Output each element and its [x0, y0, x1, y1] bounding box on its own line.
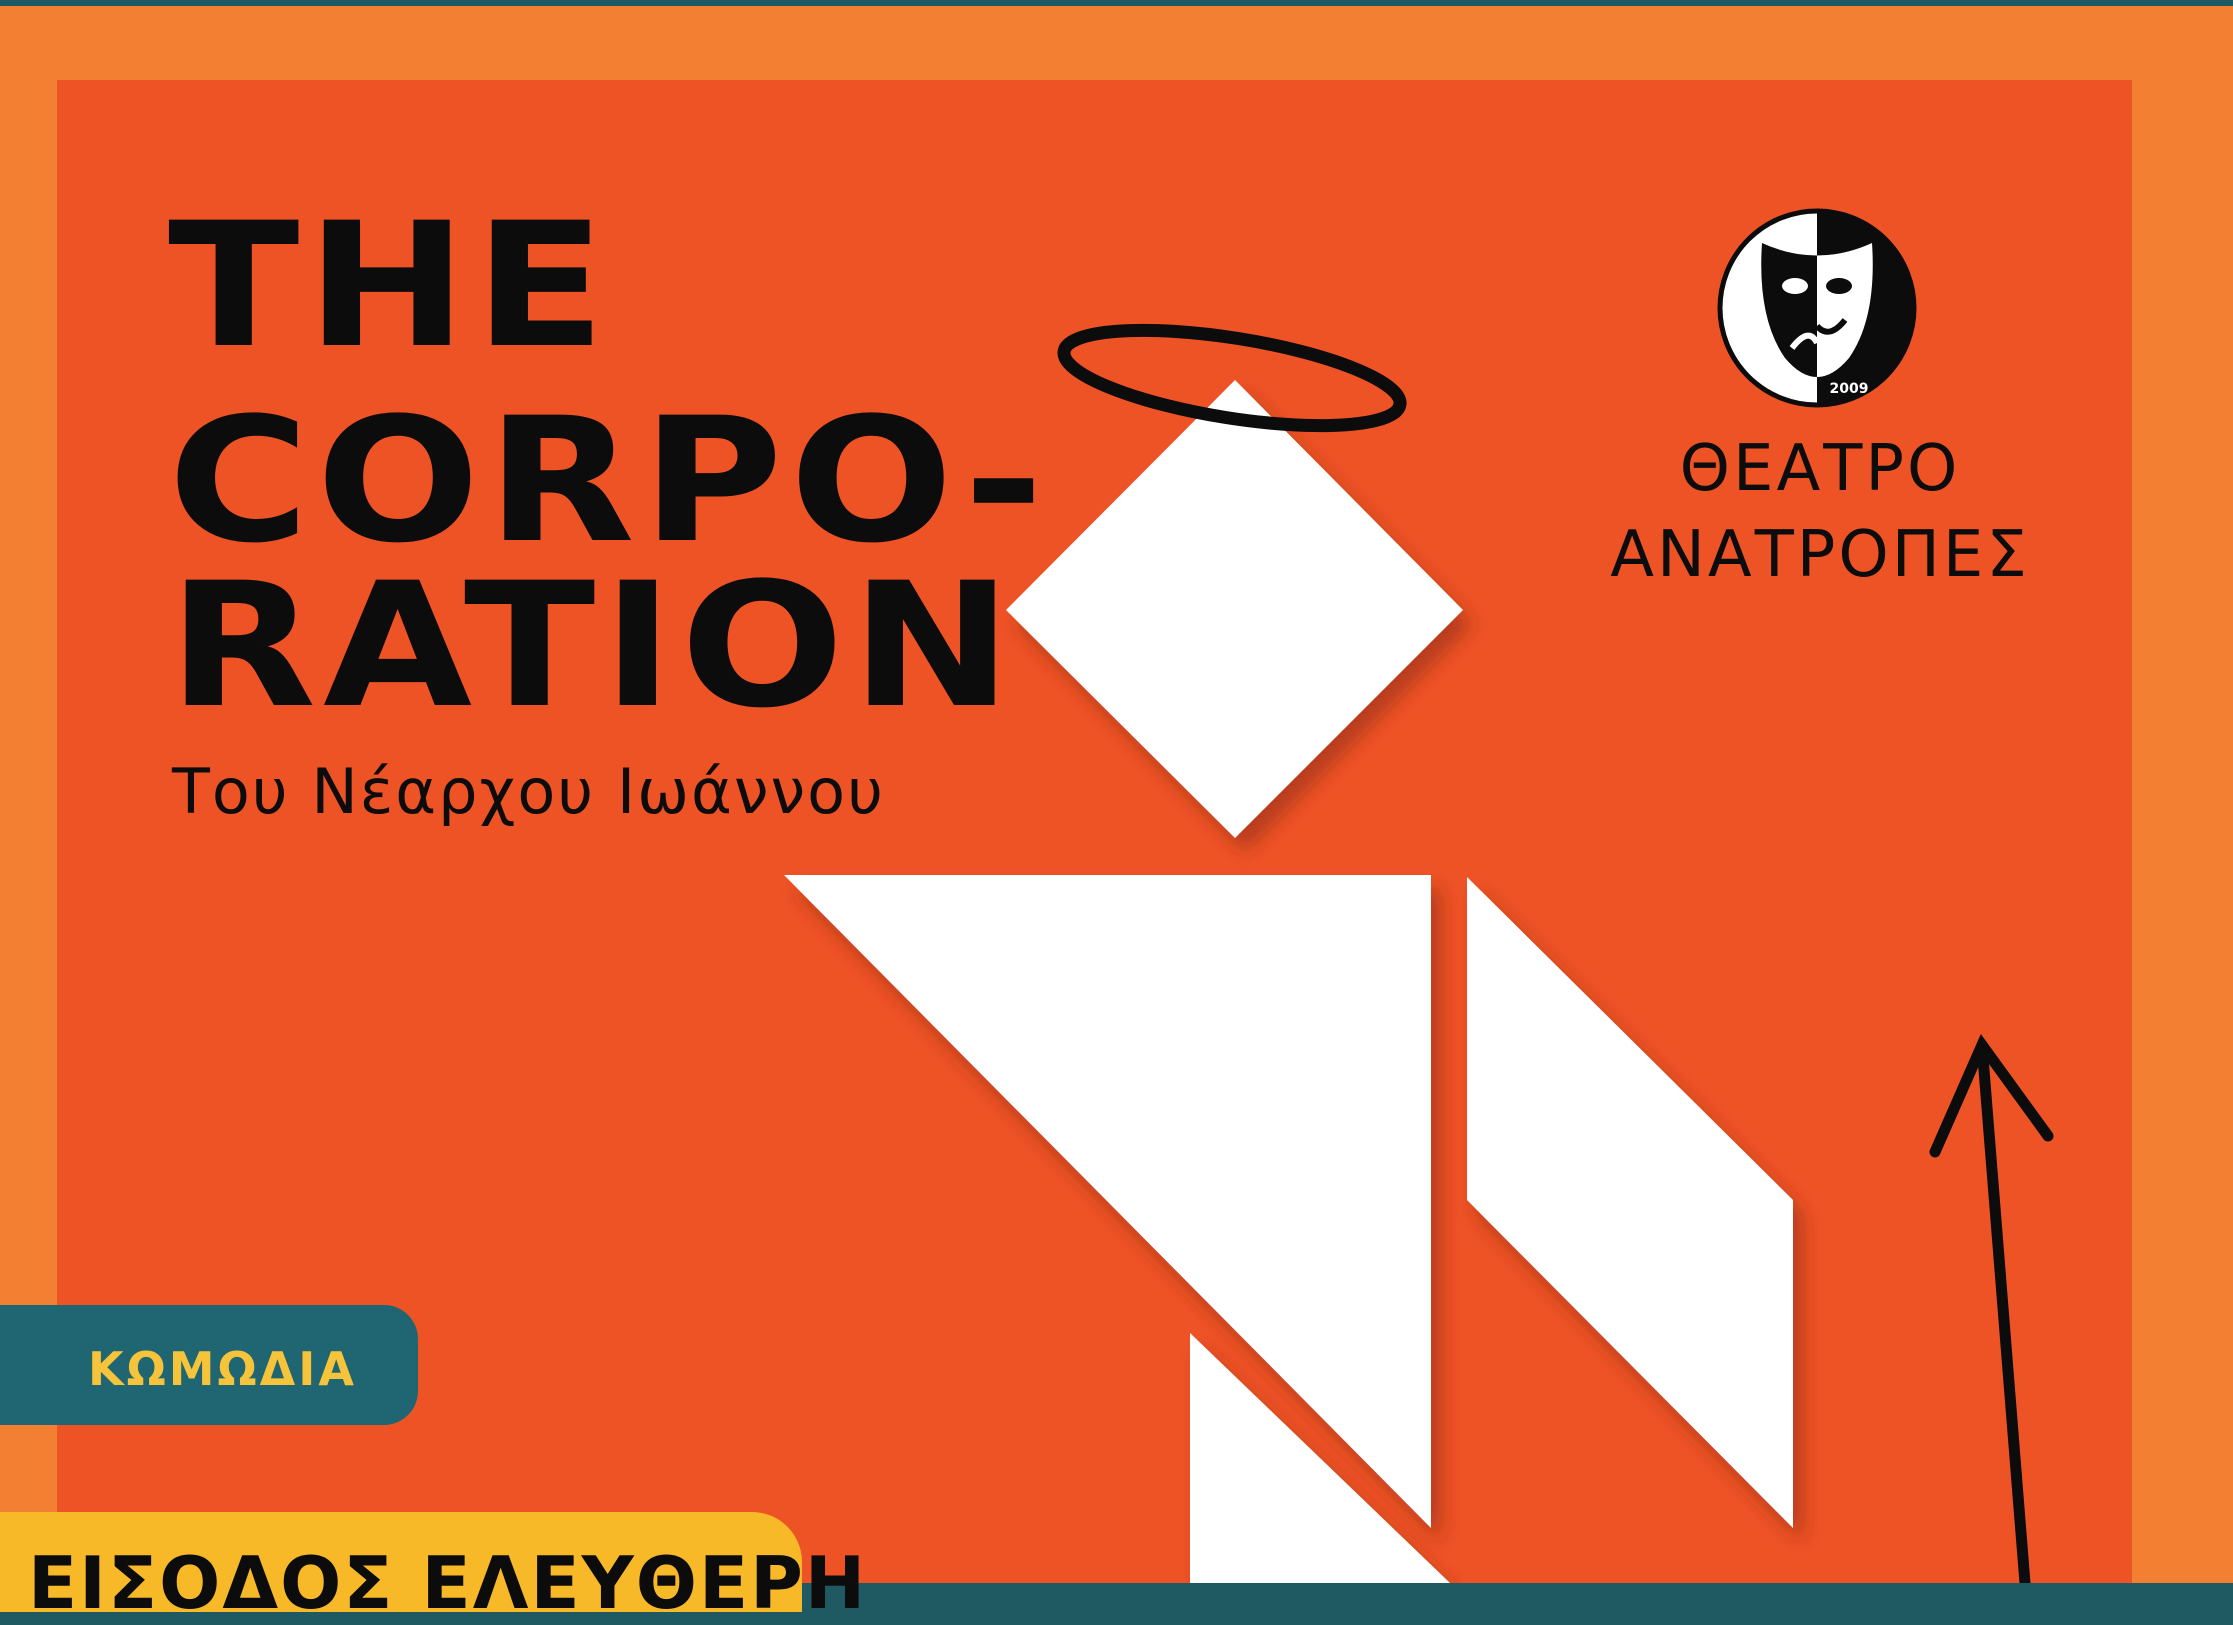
- tangram-body-triangle: [784, 875, 1431, 1528]
- title-line-1: THE: [168, 185, 613, 386]
- logo-year: 2009: [1830, 381, 1869, 397]
- subtitle-author: Του Νέαρχου Ιωάννου: [172, 755, 885, 828]
- free-entry-label: ΕΙΣΟΔΟΣ ΕΛΕΥΘΕΡΗ: [28, 1541, 868, 1625]
- tangram-head-diamond: [1006, 380, 1463, 838]
- arrow-up-icon: [1929, 1034, 2054, 1583]
- title-line-2: CORPO-: [168, 380, 1051, 581]
- title-line-3: RATION: [168, 545, 1019, 746]
- tangram-wing-parallelogram: [1467, 877, 1793, 1528]
- theatre-masks-logo-icon: 2009: [1717, 208, 1917, 408]
- theatre-name-line-1: ΘΕΑΤΡΟ: [1679, 432, 1961, 506]
- halo-icon: [1057, 323, 1407, 433]
- theatre-name-line-2: ΑΝΑΤΡΟΠΕΣ: [1610, 518, 2030, 592]
- genre-badge-label: ΚΩΜΩΔΙΑ: [88, 1342, 357, 1396]
